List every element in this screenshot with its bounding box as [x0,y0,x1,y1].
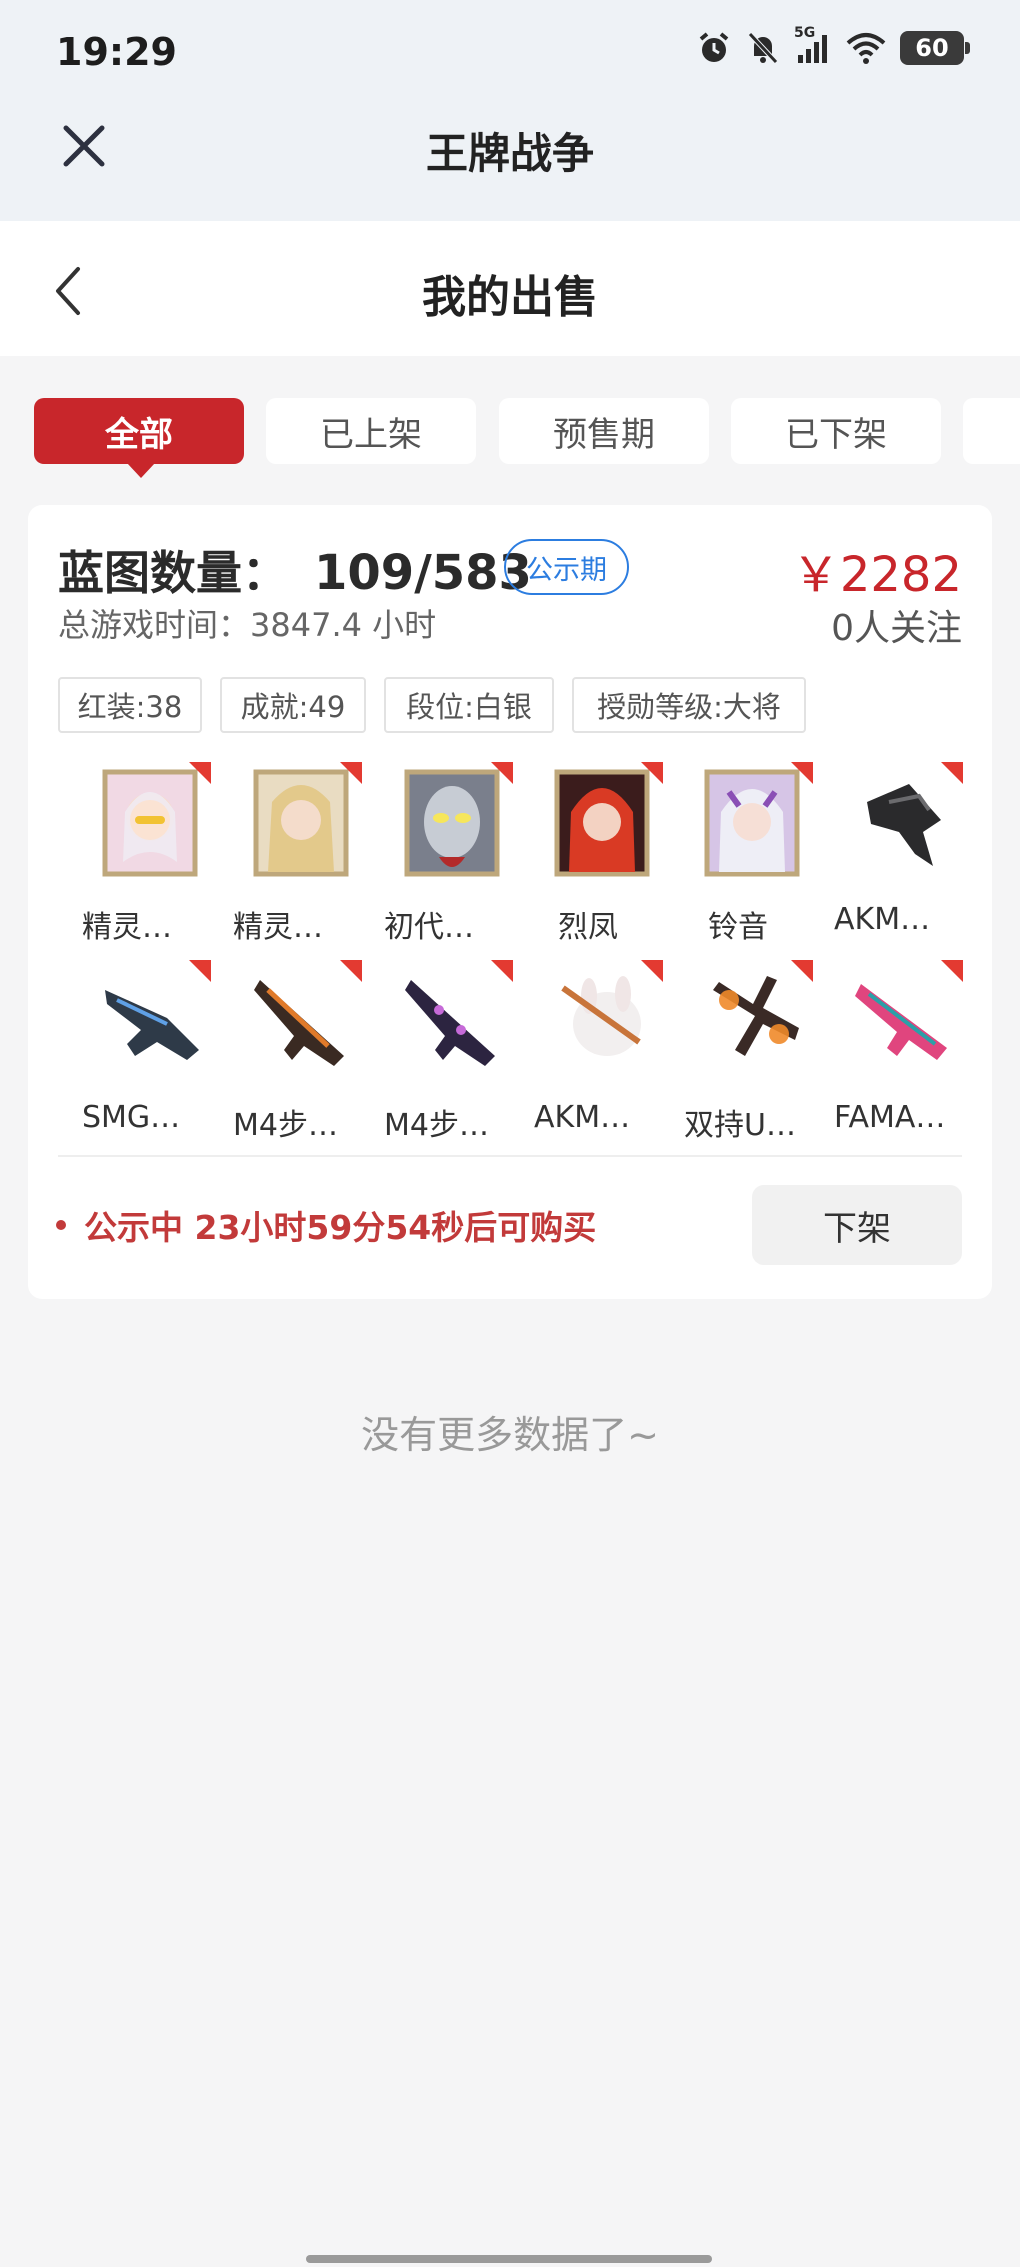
tab-presale[interactable]: 预售期 [499,398,709,464]
network-type: 5G [794,25,816,41]
publicity-notice: 公示中 23小时59分54秒后可购买 [56,1201,596,1249]
item-card[interactable]: 精灵… [233,762,373,952]
weapon-skin-icon [97,960,211,1084]
item-label: M4步… [233,1108,338,1143]
alarm-icon [699,32,729,62]
tab-all[interactable]: 全部 [34,398,244,478]
item-card[interactable]: M4步… [233,960,373,1150]
no-more-data: 没有更多数据了~ [361,1413,659,1457]
item-card[interactable]: AKM… [834,762,974,952]
app-header: 19:29 5G 60 王牌战争 [0,0,1020,221]
item-label: 精灵… [233,910,323,945]
character-portrait-icon [549,762,663,886]
tab-delisted[interactable]: 已下架 [731,398,941,464]
item-card[interactable]: AKM… [534,960,674,1150]
status-time: 19:29 [56,30,177,74]
item-card[interactable]: 初代… [384,762,524,952]
item-card[interactable]: 烈凤 [534,762,674,952]
item-card[interactable]: 精灵… [82,762,222,952]
character-portrait-icon [97,762,211,886]
item-card[interactable]: M4步… [384,960,524,1150]
blueprint-label: 蓝图数量： [58,546,288,600]
blueprint-count: 蓝图数量： 109/583 [58,537,532,603]
tag-rank: 段位:白银 [384,677,554,733]
divider [58,1155,962,1157]
weapon-skin-icon [399,960,513,1084]
wifi-icon [846,33,886,64]
notice-text: 公示中 23小时59分54秒后可购买 [84,1208,597,1247]
bullet-dot [56,1220,66,1230]
tab-overflow[interactable] [963,398,1020,464]
app-title: 王牌战争 [425,129,594,178]
item-card[interactable]: 铃音 [684,762,824,952]
item-label: M4步… [384,1108,489,1143]
weapon-skin-icon [699,960,813,1084]
item-card[interactable]: FAMA… [834,960,974,1150]
weapon-skin-icon [248,960,362,1084]
home-indicator[interactable] [306,2255,712,2263]
weapon-skin-icon [849,762,963,886]
item-label: 初代… [384,910,474,945]
tag-achievements: 成就:49 [220,677,366,733]
status-tabs: 全部 已上架 预售期 已下架 [34,398,1020,478]
weapon-skin-icon [549,960,663,1084]
item-label: 精灵… [82,910,172,945]
item-label: FAMA… [834,1100,946,1135]
status-badge: 公示期 [504,539,629,595]
page-title: 我的出售 [422,272,598,323]
tab-listed[interactable]: 已上架 [266,398,476,464]
page-header: 我的出售 [0,221,1020,356]
character-portrait-icon [248,762,362,886]
followers-count: 0人关注 [831,608,962,649]
item-card[interactable]: 双持U… [684,960,824,1150]
mute-bell-icon [748,32,778,64]
item-label: 双持U… [684,1108,796,1143]
battery-indicator: 60 [900,31,970,65]
item-label: AKM… [834,902,931,937]
character-portrait-icon [699,762,813,886]
network-indicator: 5G [794,25,832,65]
status-icons: 5G 60 [696,25,970,66]
tag-red-gear: 红装:38 [58,677,202,733]
item-label: AKM… [534,1100,631,1135]
delist-button[interactable]: 下架 [752,1185,962,1265]
listing-card[interactable]: 蓝图数量： 109/583 公示期 ￥2282 总游戏时间：3847.4 小时 … [28,505,992,1299]
tag-medal-level: 授勋等级:大将 [572,677,806,733]
character-portrait-icon [399,762,513,886]
item-card[interactable]: SMG… [82,960,222,1150]
playtime: 总游戏时间：3847.4 小时 [58,606,437,644]
item-label: SMG… [82,1100,181,1135]
weapon-skin-icon [849,960,963,1084]
price: ￥2282 [791,547,962,603]
blueprint-value: 109/583 [314,545,532,601]
